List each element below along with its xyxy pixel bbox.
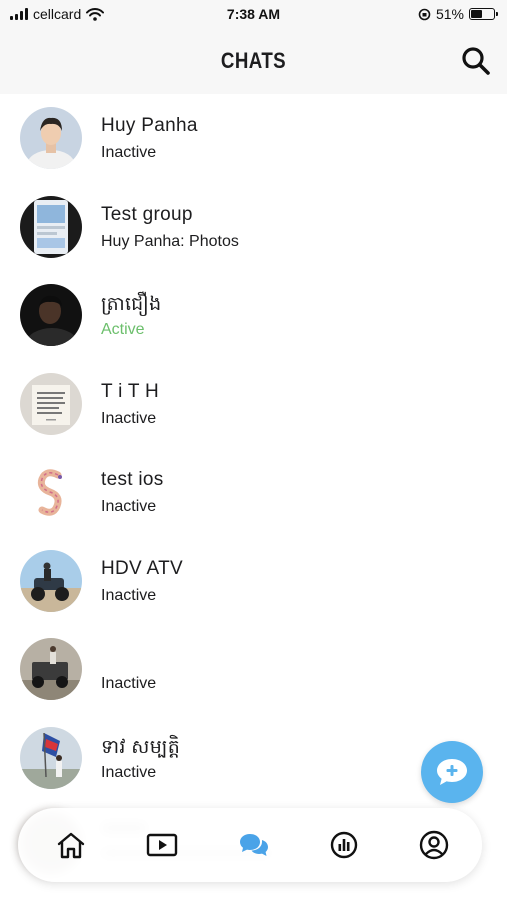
avatar [20,726,82,789]
bottom-tab-bar [18,808,482,882]
search-icon [462,47,490,75]
chat-status: Inactive [101,675,157,692]
chat-list: Huy Panha Inactive Test group Huy Panha:… [0,94,507,802]
avatar [20,195,82,258]
chat-name: HDV ATV [101,557,183,579]
chat-status: Inactive [101,586,157,604]
chat-row[interactable]: ត្រាជឿង Active [0,271,507,360]
tab-chats[interactable] [237,828,271,862]
chart-icon [330,831,358,859]
avatar [20,638,82,700]
chat-row[interactable]: HDV ATV Inactive [0,537,507,626]
new-chat-button[interactable] [421,741,483,803]
chat-row[interactable]: Inactive [0,625,507,714]
avatar [20,372,82,435]
search-button[interactable] [459,44,493,78]
chat-status: Inactive [101,409,157,427]
avatar [20,284,82,346]
chat-row[interactable]: test ios Inactive [0,448,507,537]
play-icon [146,833,178,857]
tab-video[interactable] [145,828,179,862]
orientation-lock-icon [418,8,431,20]
chat-name: Huy Panha [101,115,198,136]
tab-home[interactable] [54,828,88,862]
chat-row[interactable]: Test group Huy Panha: Photos [0,183,507,272]
battery-percent: 51% [435,6,464,22]
page-title: CHATS [220,48,287,73]
home-icon [57,832,85,859]
chat-status: Inactive [101,498,157,515]
profile-icon [419,830,449,860]
chat-name: ទាវ សម្បត្តិ [101,736,181,758]
chat-name: T i T H [101,380,160,402]
chat-name: Test group [101,203,193,225]
avatar [20,549,82,612]
tab-stats[interactable] [327,828,361,862]
chat-row[interactable]: Huy Panha Inactive [0,94,507,183]
avatar [20,461,82,523]
chat-name: ត្រាជឿង [101,294,162,315]
battery-icon [469,8,498,20]
chat-bubbles-icon [240,834,268,856]
chat-name: test ios [101,469,164,490]
app-header: CHATS [0,30,507,94]
status-bar: cellcard 7:38 AM 51% [0,0,507,30]
chat-row[interactable]: T i T H Inactive [0,360,507,449]
chat-status: Inactive [101,763,157,781]
tab-profile[interactable] [417,828,451,862]
status-right: 51% [418,6,498,22]
chat-status: Huy Panha: Photos [101,232,239,250]
chat-status: Active [101,321,145,338]
avatar [20,107,82,169]
chat-status: Inactive [101,144,157,161]
new-chat-icon [437,759,467,785]
